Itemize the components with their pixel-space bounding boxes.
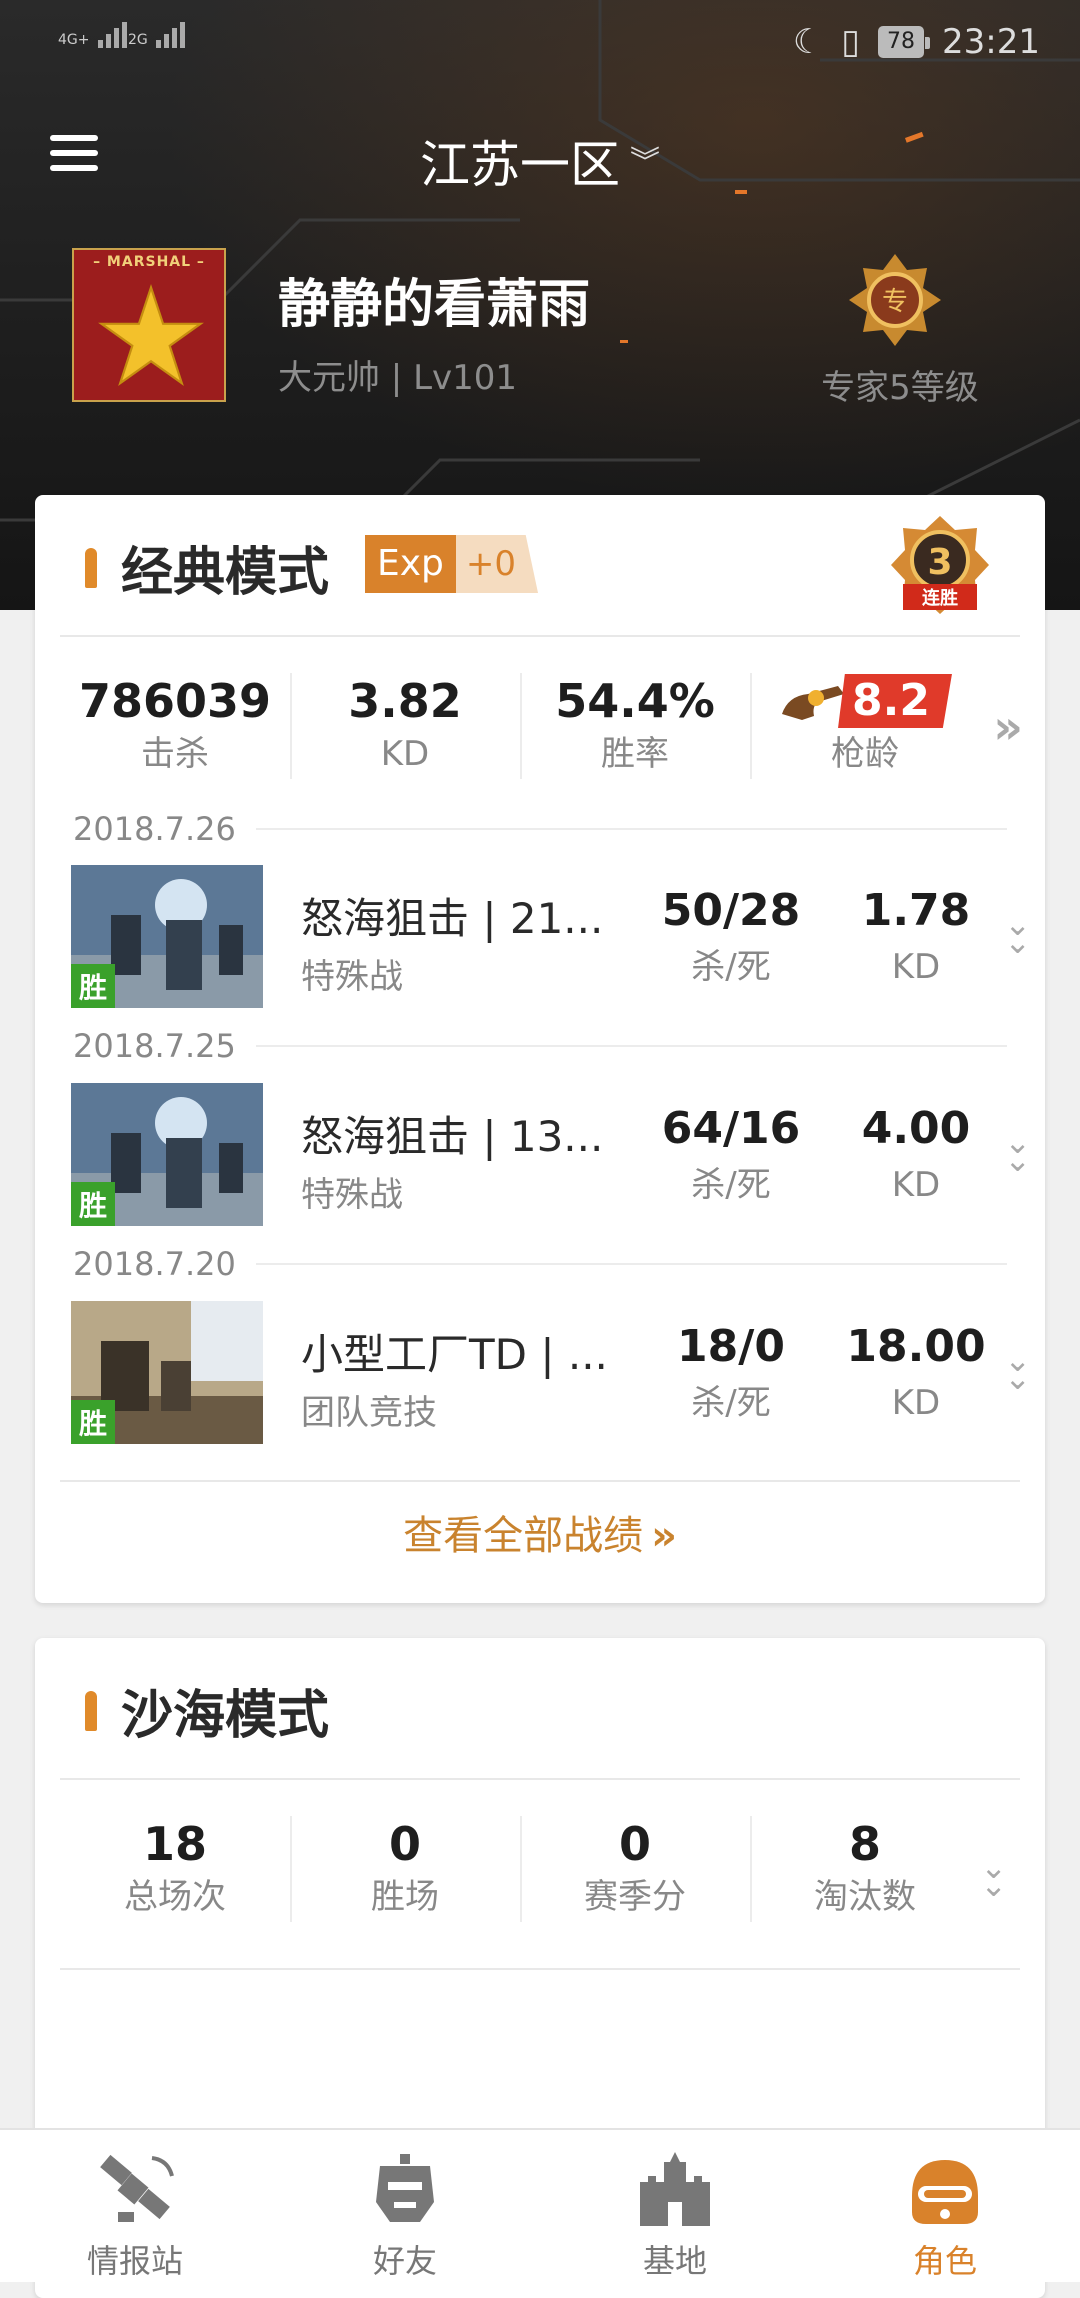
map-thumbnail: 胜 [71, 1083, 263, 1226]
expert-level-label: 专家5等级 [821, 368, 979, 408]
match-mode: 团队竞技 [301, 1393, 437, 1433]
tab-character[interactable]: 角色 [810, 2130, 1080, 2282]
match-kd: 18.00 KD [846, 1321, 986, 1423]
stat-kd: 3.82 KD [290, 673, 520, 779]
tab-intel[interactable]: 情报站 [0, 2130, 270, 2282]
stat-label: 击杀 [141, 734, 209, 774]
stat-wins: 0 胜场 [290, 1816, 520, 1922]
exp-label: Exp [365, 535, 456, 593]
match-date-row: 2018.7.20 [73, 1245, 1007, 1283]
bullet-icon [85, 547, 97, 588]
satellite-icon [100, 2154, 174, 2222]
match-date: 2018.7.25 [73, 1027, 236, 1065]
match-kd: 1.78 KD [861, 885, 971, 987]
match-item[interactable]: 胜 怒海狙击 | 13... 特殊战 64/16 杀/死 4.00 KD ⌄ ⌄ [71, 1083, 1031, 1228]
player-rank: 大元帅 | Lv101 [278, 358, 518, 398]
svg-text:专: 专 [882, 287, 908, 317]
tab-base[interactable]: 基地 [540, 2130, 810, 2282]
match-title: 怒海狙击 | 13... [301, 1112, 604, 1161]
win-streak-icon: 3 连胜 [891, 516, 989, 614]
clock: 23:21 [942, 22, 1040, 62]
avatar-label: – MARSHAL – [93, 254, 205, 270]
tab-friends[interactable]: 好友 [270, 2130, 540, 2282]
match-item[interactable]: 胜 小型工厂TD | ... 团队竞技 18/0 杀/死 18.00 KD ⌄ ⌄ [71, 1301, 1031, 1446]
classic-mode-title: 经典模式 [85, 530, 329, 605]
desert-mode-title: 沙海模式 [85, 1673, 329, 1748]
match-date: 2018.7.26 [73, 810, 236, 848]
win-badge: 胜 [71, 964, 116, 1008]
server-selector[interactable]: 江苏一区 ︾ [0, 125, 1080, 197]
signal-bars-icon [97, 22, 130, 48]
stat-winrate: 54.4% 胜率 [520, 673, 750, 779]
expert-medal-icon[interactable]: 专 [845, 250, 945, 350]
view-all-records-link[interactable]: 查看全部战绩» [35, 1503, 1045, 1561]
match-date-row: 2018.7.25 [73, 1027, 1007, 1065]
stat-label: KD [380, 734, 430, 774]
gun-age-value: 8.2 [838, 674, 952, 728]
match-item[interactable]: 胜 怒海狙击 | 21... 特殊战 50/28 杀/死 1.78 KD ⌄ ⌄ [71, 865, 1031, 1010]
match-kd: 4.00 KD [861, 1103, 971, 1205]
stat-gun-age: 8.2 枪龄 [750, 673, 980, 779]
match-mode: 特殊战 [301, 1175, 403, 1215]
match-date: 2018.7.20 [73, 1245, 236, 1283]
stat-label: 胜率 [601, 734, 669, 774]
tab-label: 情报站 [86, 2242, 183, 2280]
classic-mode-card: 经典模式 Exp +0 3 连胜 786039 击杀 3.82 KD 54.4%… [35, 495, 1045, 1603]
signal-2g: 2G [128, 22, 188, 48]
stat-label: 枪龄 [831, 734, 899, 774]
match-title: 小型工厂TD | ... [301, 1330, 608, 1379]
battery-indicator: 78 [878, 26, 931, 58]
stat-value: 54.4% [555, 674, 715, 728]
tab-label: 基地 [642, 2242, 707, 2280]
robot-head-icon [376, 2154, 434, 2222]
chevron-down-icon[interactable]: ⌄ ⌄ [1004, 1126, 1031, 1176]
avatar[interactable]: – MARSHAL – [72, 248, 226, 402]
map-thumbnail: 胜 [71, 1301, 263, 1444]
match-mode: 特殊战 [301, 957, 403, 997]
status-bar: 4G+ 2G ☾ ▯ 78 23:21 [0, 0, 1080, 90]
stat-value: 786039 [78, 674, 272, 728]
win-badge: 胜 [71, 1182, 116, 1226]
classic-stats[interactable]: 786039 击杀 3.82 KD 54.4% 胜率 8.2 枪龄 [60, 673, 980, 779]
chevron-down-icon[interactable]: ⌄ ⌄ [1004, 1344, 1031, 1394]
gun-icon [782, 686, 845, 720]
bullet-icon [85, 1690, 97, 1731]
stat-total-matches: 18 总场次 [124, 1817, 226, 1917]
bottom-tab-bar: 情报站 好友 基地 角色 [0, 2128, 1080, 2282]
tab-label: 角色 [912, 2242, 977, 2280]
win-badge: 胜 [71, 1400, 116, 1444]
chevron-down-icon[interactable]: ⌄ ⌄ [1004, 908, 1031, 958]
match-kills-deaths: 64/16 杀/死 [661, 1103, 801, 1205]
streak-label: 连胜 [922, 587, 958, 609]
desert-stats[interactable]: 18 总场次 0 胜场 0 赛季分 8 淘汰数 [60, 1816, 980, 1922]
stat-kills: 786039 击杀 [60, 673, 290, 779]
tab-label: 好友 [372, 2242, 437, 2280]
stat-value: 3.82 [348, 674, 462, 728]
stat-season-points: 0 赛季分 [520, 1816, 750, 1922]
star-icon [98, 284, 204, 387]
vibrate-icon: ▯ [841, 22, 861, 62]
server-name: 江苏一区 [420, 136, 620, 194]
match-kills-deaths: 18/0 杀/死 [677, 1321, 785, 1423]
stat-eliminations: 8 淘汰数 [750, 1816, 980, 1922]
match-date-row: 2018.7.26 [73, 810, 1007, 848]
helmet-icon [912, 2160, 978, 2224]
signal-4g: 4G+ [58, 22, 130, 48]
map-thumbnail: 胜 [71, 865, 263, 1008]
moon-icon: ☾ [792, 22, 824, 62]
match-title: 怒海狙击 | 21... [301, 894, 604, 943]
chevron-right-icon: » [651, 1513, 677, 1559]
castle-icon [640, 2152, 710, 2226]
streak-count: 3 [927, 542, 952, 583]
exp-badge: Exp +0 [365, 535, 539, 593]
chevron-down-icon: ︾ [630, 145, 660, 180]
signal-bars-icon [156, 22, 188, 48]
player-name: 静静的看萧雨 [278, 275, 591, 335]
chevron-down-icon[interactable]: ⌄ ⌄ [980, 1851, 1007, 1901]
match-kills-deaths: 50/28 杀/死 [661, 885, 801, 987]
exp-value: +0 [455, 535, 539, 593]
chevron-right-icon[interactable]: » [993, 700, 1023, 754]
